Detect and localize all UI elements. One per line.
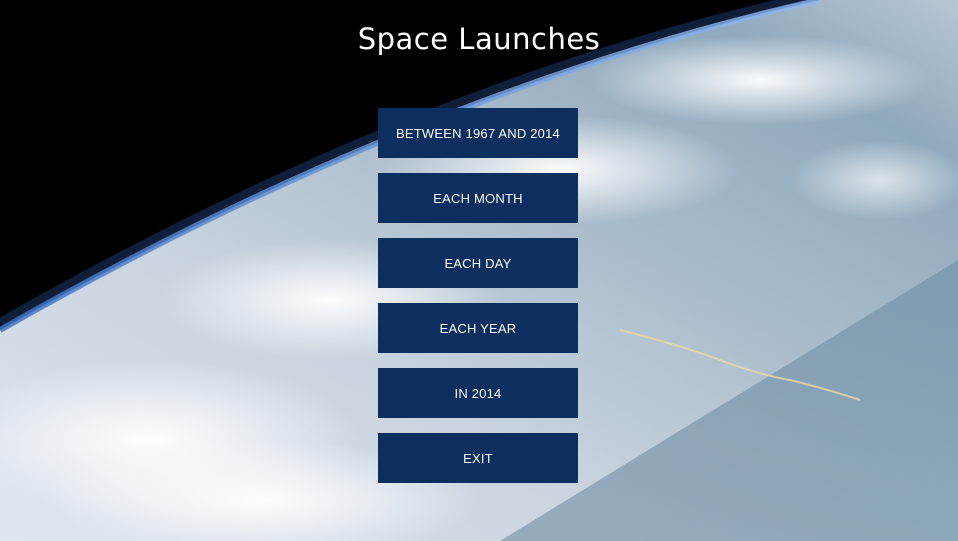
main-screen: Space Launches BETWEEN 1967 AND 2014 EAC… bbox=[0, 0, 958, 541]
main-menu: BETWEEN 1967 AND 2014 EACH MONTH EACH DA… bbox=[378, 108, 578, 483]
each-day-button[interactable]: EACH DAY bbox=[378, 238, 578, 288]
in-2014-button[interactable]: IN 2014 bbox=[378, 368, 578, 418]
each-month-button[interactable]: EACH MONTH bbox=[378, 173, 578, 223]
page-title: Space Launches bbox=[357, 22, 601, 56]
each-year-button[interactable]: EACH YEAR bbox=[378, 303, 578, 353]
exit-button[interactable]: EXIT bbox=[378, 433, 578, 483]
between-1967-and-2014-button[interactable]: BETWEEN 1967 AND 2014 bbox=[378, 108, 578, 158]
